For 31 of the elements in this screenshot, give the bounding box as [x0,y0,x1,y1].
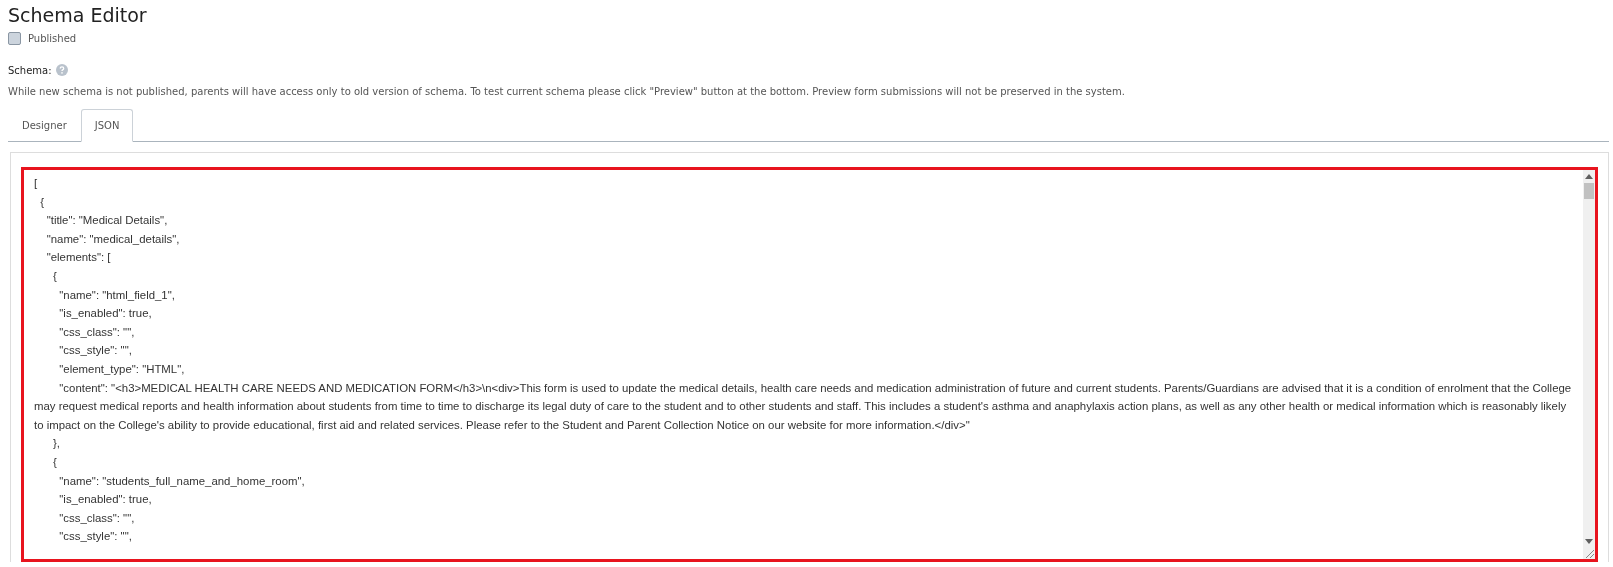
scrollbar[interactable] [1583,170,1595,559]
code-line: { [39,194,46,210]
code-line: "name": "medical_details", [45,231,181,247]
code-line: "content": "<h3>MEDICAL HEALTH CARE NEEDS AND MEDICATION FORM</h3>\n<div>This form is used to update the medical details, health care needs and medication administration of future and current students. Parents/Guardians are advised that it is a condition of enrolment that the College may request medical reports and health information about students from time to time to discharge its legal duty of care to the student and to other students and staff. This includes a student's asthma and anaphylaxis action plans, as well as any other health or medical information which is reasonably likely to impact on the College's ability to provide educational, first aid and related services. Please refer to the Student and Parent Collection Notice on our website for more information.</div>" [34,380,1573,433]
help-icon[interactable] [55,64,68,76]
code-line: { [52,454,58,470]
checkbox-label: Published [28,33,77,44]
code-line: "is_enabled": true, [58,306,153,322]
scroll-up-icon[interactable] [1585,174,1593,179]
code-line: "elements": [ [45,250,112,266]
schema-label: Schema: [8,64,52,76]
scroll-down-icon[interactable] [1585,539,1593,544]
description-text: While new schema is not published, parents will have access only to old version of schema. To test current schema please click "Preview" button at the bottom. Preview form submissions will not be preserved in the system. [8,86,1126,97]
page-title: Schema Editor [8,4,148,26]
code-line: "css_class": "", [58,324,136,340]
tab[interactable]: JSON [80,109,134,142]
code-line: "is_enabled": true, [58,492,153,508]
code-line: "name": "html_field_1", [58,287,176,303]
code-line: { [52,268,58,284]
code-line: "css_style": "", [58,343,133,359]
code-line: }, [52,436,61,452]
code-line: "title": "Medical Details", [45,213,169,229]
resize-grip-icon[interactable] [1584,548,1594,558]
code-line: "name": "students_full_name_and_home_room", [58,473,306,489]
published-checkbox[interactable] [8,32,21,45]
code-line: [ [34,176,39,191]
code-line: "element_type": "HTML", [58,361,186,377]
code-line: "css_class": "", [58,510,136,526]
code-line: "css_style": "", [58,529,133,545]
scroll-thumb[interactable] [1584,183,1594,199]
tab[interactable]: Designer [8,109,81,142]
